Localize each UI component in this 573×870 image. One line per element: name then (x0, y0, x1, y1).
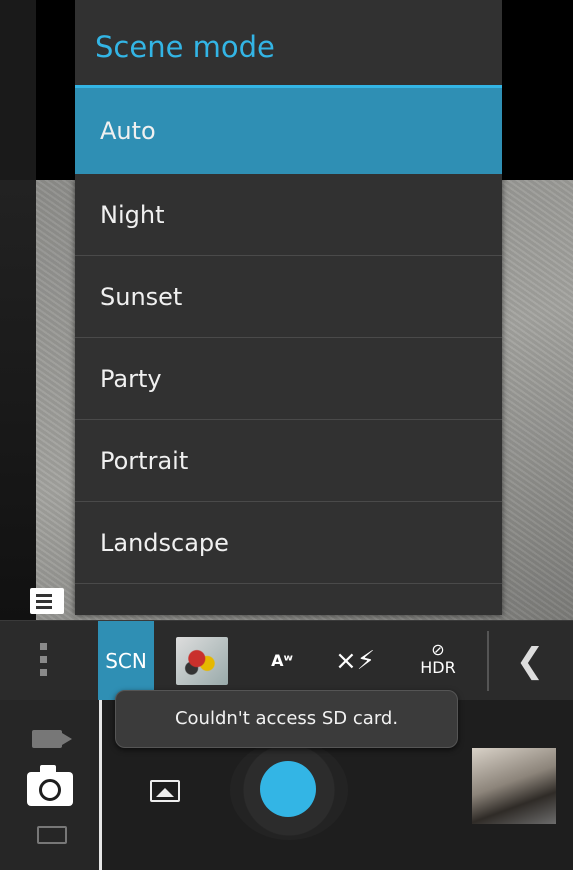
mode-switcher (0, 700, 100, 870)
white-balance-icon[interactable]: Aʷ (262, 621, 302, 701)
video-mode-icon[interactable] (32, 730, 72, 748)
gallery-icon[interactable] (150, 780, 180, 802)
scene-mode-menu: Scene mode Auto Night Sunset Party Portr… (75, 0, 502, 615)
sd-card-toast: Couldn't access SD card. (115, 690, 458, 748)
hdr-off-symbol: ⊘ (431, 640, 445, 659)
preview-dark-edge (0, 180, 36, 620)
hdr-off-icon[interactable]: ⊘ HDR (414, 621, 462, 701)
scene-item-landscape[interactable]: Landscape (75, 502, 502, 584)
scene-item-night[interactable]: Night (75, 174, 502, 256)
collapse-chevron-icon[interactable]: ❮ (515, 621, 545, 701)
flash-off-icon[interactable]: ×⚡ (330, 621, 380, 701)
scene-item-sunset[interactable]: Sunset (75, 256, 502, 338)
mode-divider (99, 700, 102, 870)
scene-mode-tab[interactable]: SCN (98, 621, 154, 701)
hdr-label: HDR (420, 658, 456, 677)
camera-mode-icon[interactable] (27, 765, 73, 806)
last-photo-thumbnail[interactable] (472, 748, 556, 824)
scene-mode-title: Scene mode (75, 0, 502, 88)
more-options-icon[interactable] (40, 643, 48, 682)
panorama-mode-icon[interactable] (37, 826, 67, 844)
scene-item-portrait[interactable]: Portrait (75, 420, 502, 502)
scene-thumbnail-icon[interactable] (176, 637, 228, 685)
scene-item-party[interactable]: Party (75, 338, 502, 420)
scene-item-auto[interactable]: Auto (75, 88, 502, 174)
camera-settings-bar: SCN Aʷ ×⚡ ⊘ HDR ❮ (0, 620, 573, 701)
document-icon[interactable] (30, 588, 64, 614)
shutter-button[interactable] (260, 761, 316, 817)
settings-bar-divider (487, 631, 489, 691)
